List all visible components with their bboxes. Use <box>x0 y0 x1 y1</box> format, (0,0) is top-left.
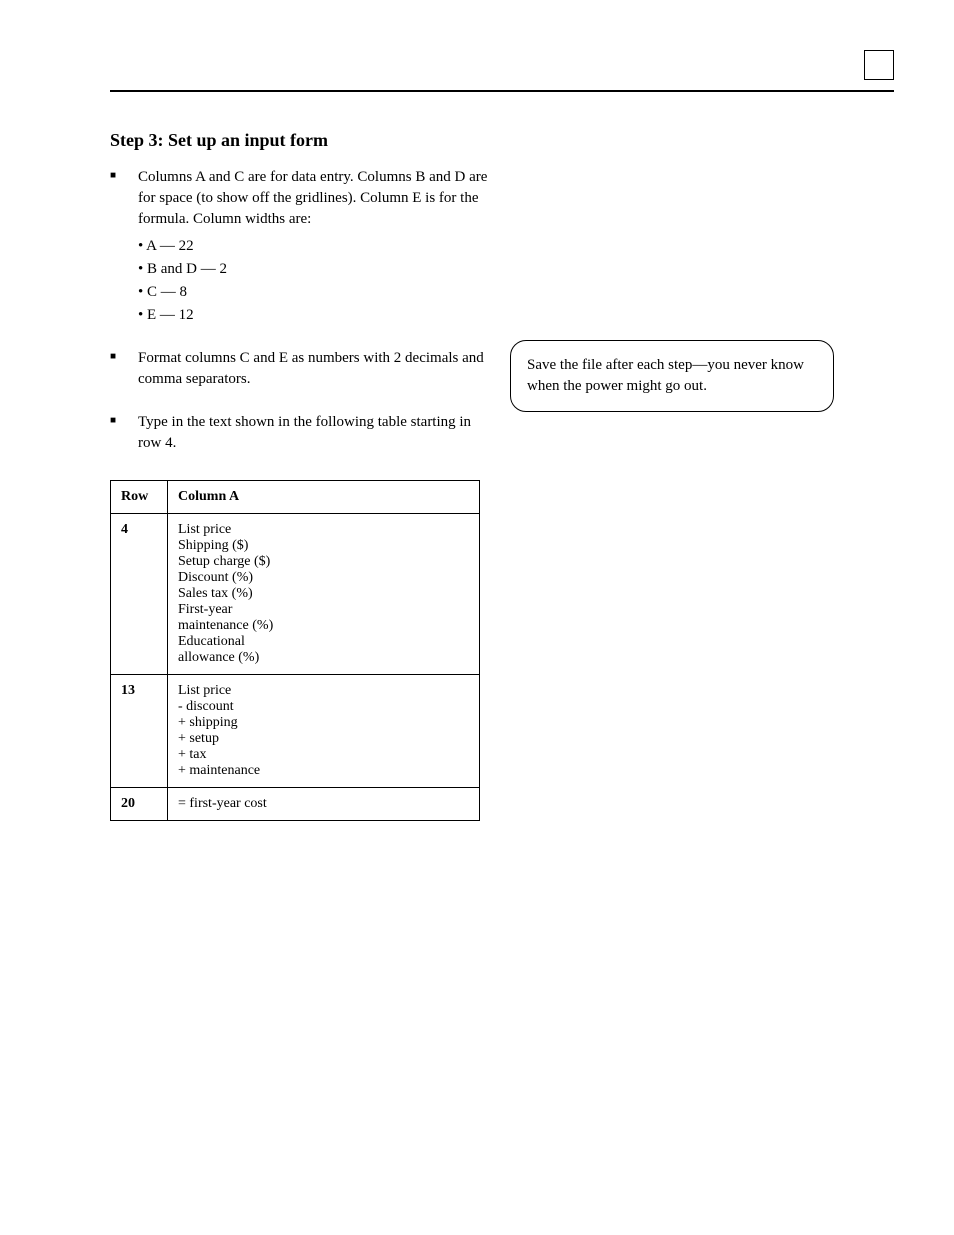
bullet-item: Format columns C and E as numbers with 2… <box>110 348 490 390</box>
row-text: List price Shipping ($) Setup charge ($)… <box>168 514 480 675</box>
bullet-item: Columns A and C are for data entry. Colu… <box>110 167 490 326</box>
page-corner-box <box>864 50 894 80</box>
input-form-table: Row Column A 4 List price Shipping ($) S… <box>110 480 480 821</box>
save-callout: Save the file after each step—you never … <box>510 340 834 412</box>
row-text: List price - discount + shipping + setup… <box>168 675 480 788</box>
sub-bullet: • B and D — 2 <box>138 259 490 280</box>
table-header-col-a: Column A <box>168 481 480 514</box>
row-number: 20 <box>111 788 168 821</box>
table-row: 13 List price - discount + shipping + se… <box>111 675 480 788</box>
bullet-list: Columns A and C are for data entry. Colu… <box>110 167 490 454</box>
row-number: 13 <box>111 675 168 788</box>
bullet-text: Columns A and C are for data entry. Colu… <box>138 169 487 227</box>
section-heading: Step 3: Set up an input form <box>110 130 894 151</box>
sub-bullets: • A — 22 • B and D — 2 • C — 8 • E — 12 <box>138 236 490 326</box>
sub-bullet: • A — 22 <box>138 236 490 257</box>
bullet-item: Type in the text shown in the following … <box>110 412 490 454</box>
bullet-text: Format columns C and E as numbers with 2… <box>138 350 484 387</box>
header-rule <box>110 90 894 92</box>
row-text: = first-year cost <box>168 788 480 821</box>
table-header-row: Row <box>111 481 168 514</box>
sub-bullet: • C — 8 <box>138 282 490 303</box>
table-row: 4 List price Shipping ($) Setup charge (… <box>111 514 480 675</box>
sub-bullet: • E — 12 <box>138 305 490 326</box>
table-row: 20 = first-year cost <box>111 788 480 821</box>
bullet-text: Type in the text shown in the following … <box>138 414 471 451</box>
row-number: 4 <box>111 514 168 675</box>
